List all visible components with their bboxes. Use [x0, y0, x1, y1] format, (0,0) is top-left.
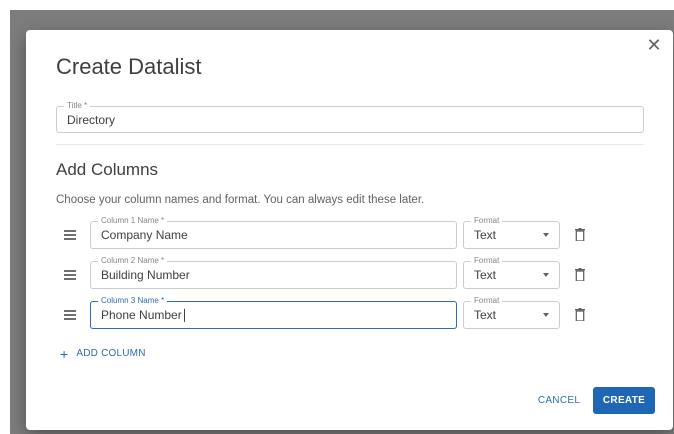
chevron-down-icon — [543, 273, 549, 277]
column-3-format-select[interactable]: Format Text — [463, 296, 560, 329]
trash-icon[interactable] — [575, 228, 585, 241]
create-button[interactable]: CREATE — [593, 387, 655, 414]
column-3-name-field[interactable]: Column 3 Name * Phone Number — [90, 296, 457, 329]
column-2-format-select[interactable]: Format Text — [463, 256, 560, 289]
cancel-button[interactable]: CANCEL — [534, 390, 584, 412]
column-3-format-value: Text — [474, 308, 497, 322]
trash-icon[interactable] — [575, 268, 585, 281]
title-field-label: Title * — [64, 101, 91, 111]
column-1-name-label: Column 1 Name * — [98, 216, 168, 226]
title-field-value: Directory — [67, 112, 116, 127]
plus-icon: + — [60, 345, 69, 362]
chevron-down-icon — [543, 233, 549, 237]
add-columns-description: Choose your column names and format. You… — [56, 194, 425, 206]
title-field[interactable]: Title * Directory — [56, 101, 644, 133]
dialog-title: Create Datalist — [56, 54, 202, 79]
column-1-format-value: Text — [474, 228, 497, 242]
create-datalist-dialog: ✕ Create Datalist Title * Directory Add … — [26, 30, 673, 430]
column-3-format-label: Format — [471, 296, 503, 306]
column-2-format-value: Text — [474, 268, 497, 282]
column-1-format-select[interactable]: Format Text — [463, 216, 560, 249]
column-3-name-value: Phone Number — [101, 307, 182, 322]
chevron-down-icon — [543, 313, 549, 317]
trash-icon[interactable] — [575, 308, 585, 321]
column-2-name-value: Building Number — [101, 268, 190, 282]
column-1-name-field[interactable]: Column 1 Name * Company Name — [90, 216, 457, 249]
column-1-name-value: Company Name — [101, 228, 188, 242]
column-3-name-value-wrap: Phone Number — [101, 307, 185, 323]
drag-handle-icon[interactable] — [64, 270, 76, 280]
column-3-name-label: Column 3 Name * — [98, 296, 168, 306]
add-columns-heading: Add Columns — [56, 160, 159, 179]
section-divider — [56, 144, 644, 145]
close-icon[interactable]: ✕ — [645, 36, 663, 54]
text-caret — [183, 309, 185, 323]
drag-handle-icon[interactable] — [64, 230, 76, 240]
column-1-format-label: Format — [471, 216, 503, 226]
drag-handle-icon[interactable] — [64, 310, 76, 320]
column-2-name-label: Column 2 Name * — [98, 256, 168, 266]
column-2-format-label: Format — [471, 256, 503, 266]
add-column-label: ADD COLUMN — [76, 348, 146, 359]
add-column-button[interactable]: + ADD COLUMN — [60, 345, 146, 362]
column-2-name-field[interactable]: Column 2 Name * Building Number — [90, 256, 457, 289]
